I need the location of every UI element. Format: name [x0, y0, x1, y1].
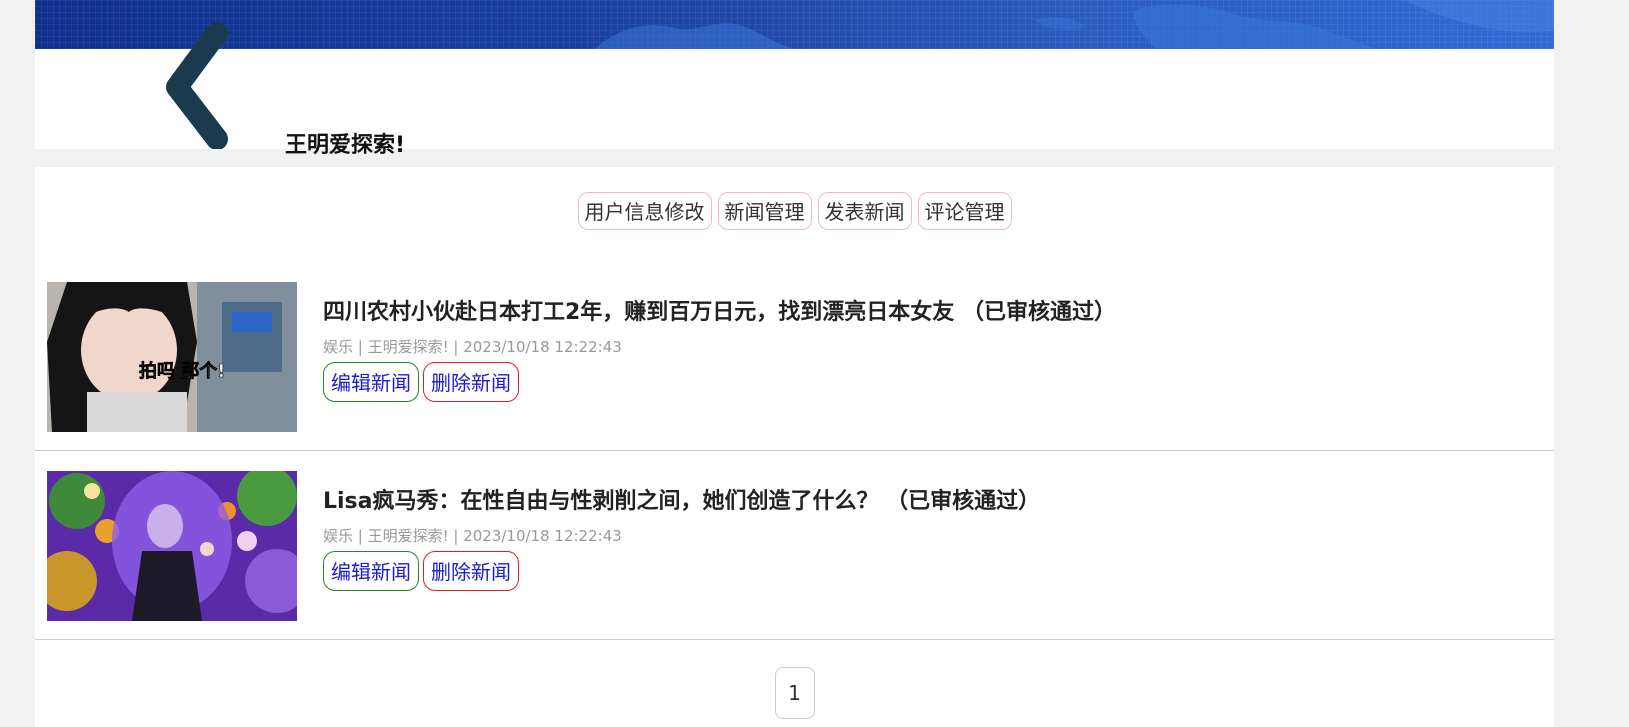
news-actions: 编辑新闻 删除新闻	[323, 362, 523, 402]
news-actions: 编辑新闻 删除新闻	[323, 551, 523, 591]
user-name: 王明爱探索!	[285, 133, 406, 158]
delete-news-button[interactable]: 删除新闻	[423, 551, 519, 591]
page-button-current[interactable]: 1	[774, 667, 815, 719]
user-header: 王明爱探索!	[35, 22, 1554, 158]
back-arrow-icon[interactable]	[155, 15, 235, 149]
page-container: 王明爱探索! 用户信息修改 新闻管理 发表新闻 评论管理 拍吗 那个! 四川农村…	[35, 0, 1554, 727]
news-thumbnail[interactable]	[47, 471, 297, 621]
news-item: Lisa疯马秀：在性自由与性剥削之间，她们创造了什么？ （已审核通过） 娱乐 |…	[35, 451, 1554, 640]
nav-news-management[interactable]: 新闻管理	[717, 192, 812, 230]
delete-news-button[interactable]: 删除新闻	[423, 362, 519, 402]
content-panel: 用户信息修改 新闻管理 发表新闻 评论管理 拍吗 那个! 四川农村小伙赴日本打工…	[35, 167, 1554, 727]
news-title[interactable]: Lisa疯马秀：在性自由与性剥削之间，她们创造了什么？ （已审核通过）	[323, 483, 1040, 515]
nav-user-info-edit[interactable]: 用户信息修改	[577, 192, 712, 230]
header-banner	[35, 0, 1554, 49]
thumbnail-caption: 拍吗 那个!	[139, 360, 225, 382]
news-meta: 娱乐 | 王明爱探索! | 2023/10/18 12:22:43	[323, 527, 622, 545]
nav-publish-news[interactable]: 发表新闻	[817, 192, 912, 230]
user-nav: 用户信息修改 新闻管理 发表新闻 评论管理	[35, 192, 1554, 230]
news-thumbnail[interactable]: 拍吗 那个!	[47, 282, 297, 432]
news-meta: 娱乐 | 王明爱探索! | 2023/10/18 12:22:43	[323, 338, 622, 356]
pagination: 1	[35, 667, 1554, 719]
news-item: 拍吗 那个! 四川农村小伙赴日本打工2年，赚到百万日元，找到漂亮日本女友 （已审…	[35, 262, 1554, 451]
edit-news-button[interactable]: 编辑新闻	[323, 551, 419, 591]
news-list: 拍吗 那个! 四川农村小伙赴日本打工2年，赚到百万日元，找到漂亮日本女友 （已审…	[35, 262, 1554, 640]
edit-news-button[interactable]: 编辑新闻	[323, 362, 419, 402]
nav-comment-management[interactable]: 评论管理	[917, 192, 1012, 230]
world-map-graphic	[595, 0, 1554, 49]
news-title[interactable]: 四川农村小伙赴日本打工2年，赚到百万日元，找到漂亮日本女友 （已审核通过）	[323, 294, 1116, 326]
